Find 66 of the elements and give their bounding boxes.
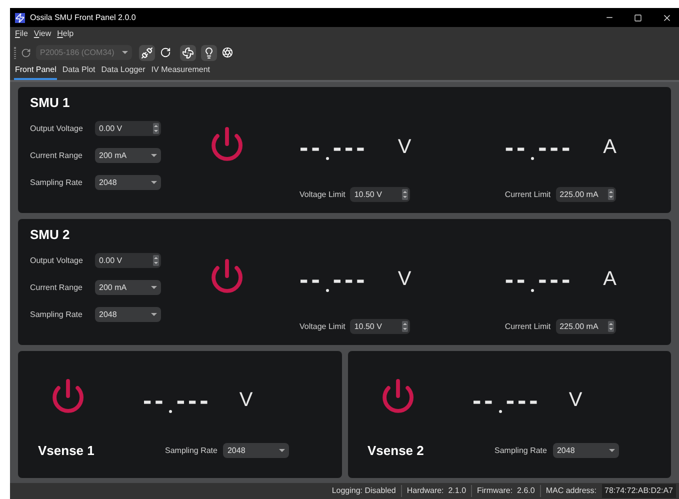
field-label: Voltage Limit [300,320,346,332]
rate-dropdown[interactable]: 2048 [95,175,161,190]
unplug-button[interactable] [139,44,155,60]
close-button[interactable] [662,12,672,22]
field-label: Current Limit [504,320,551,332]
field-label: Current Range [30,282,84,294]
unit-label: A [603,269,616,289]
power-button[interactable] [50,378,86,414]
hardware-version: Hardware: 2.1.0 [402,485,472,497]
refresh-icon[interactable] [21,48,31,58]
lightbulb-button[interactable] [201,44,217,60]
power-button[interactable] [208,258,245,294]
tab[interactable]: IV Measurement [150,64,211,80]
unit-label: V [568,390,582,410]
field-label: Sampling Rate [165,444,218,457]
logging-status: Logging: Disabled [326,485,402,497]
unit-label: V [398,137,412,157]
panel-title: SMU 1 [30,96,71,109]
voltage-limit-spinbox[interactable]: 10.50 V [350,187,410,202]
readout-display: -- --- [472,387,541,413]
field-label: Output Voltage [30,254,84,266]
readout-display: -- --- [504,266,574,292]
current-limit-spinbox[interactable]: 225.00 mA [556,187,616,202]
menu-item[interactable]: File [15,28,28,40]
readout-display: -- --- [143,387,212,413]
field-label: Current Range [30,150,84,162]
field-label: Voltage Limit [300,188,346,200]
panel-title: SMU 2 [30,228,71,241]
mac-value: 78:74:72:AB:D2:A7 [602,484,676,498]
power-button[interactable] [380,378,416,414]
menu-item[interactable]: View [34,28,52,40]
unit-label: V [398,269,412,289]
tab[interactable]: Data Logger [100,64,146,80]
unit-label: A [603,137,616,157]
rate-dropdown[interactable]: 2048 [223,443,290,458]
reset-icon[interactable] [160,47,171,58]
field-label: Sampling Rate [30,176,84,188]
current-limit-spinbox[interactable]: 225.00 mA [556,319,616,334]
unit-label: V [239,390,253,410]
rate-dropdown[interactable]: 2048 [552,443,619,458]
aperture-icon[interactable] [222,47,233,58]
power-button[interactable] [208,126,245,162]
window-title: Ossila SMU Front Panel 2.0.0 [30,12,137,24]
menu-item[interactable]: Help [57,28,74,40]
field-label: Sampling Rate [30,308,84,320]
field-label: Current Limit [504,188,551,200]
rate-dropdown[interactable]: 2048 [95,307,161,322]
tab[interactable]: Front Panel [14,64,58,80]
readout-display: -- --- [300,134,368,160]
field-label: Sampling Rate [494,444,547,457]
readout-display: -- --- [504,134,574,160]
voltage-limit-spinbox[interactable]: 10.50 V [350,319,410,334]
firmware-version: Firmware: 2.6.0 [472,485,541,497]
fan-button[interactable] [180,44,196,60]
panel-title: Vsense 1 [38,442,96,460]
mac-label: MAC address: [544,485,598,497]
maximize-button[interactable] [634,14,642,22]
voltage-spinbox[interactable]: 0.00 V [95,253,161,268]
voltage-spinbox[interactable]: 0.00 V [95,121,161,136]
app-icon [15,12,25,22]
range-dropdown[interactable]: 200 mA [95,280,161,295]
readout-display: -- --- [300,266,368,292]
field-label: Output Voltage [30,122,84,134]
range-dropdown[interactable]: 200 mA [95,148,161,163]
tab[interactable]: Data Plot [61,64,96,80]
panel-title: Vsense 2 [368,442,425,460]
